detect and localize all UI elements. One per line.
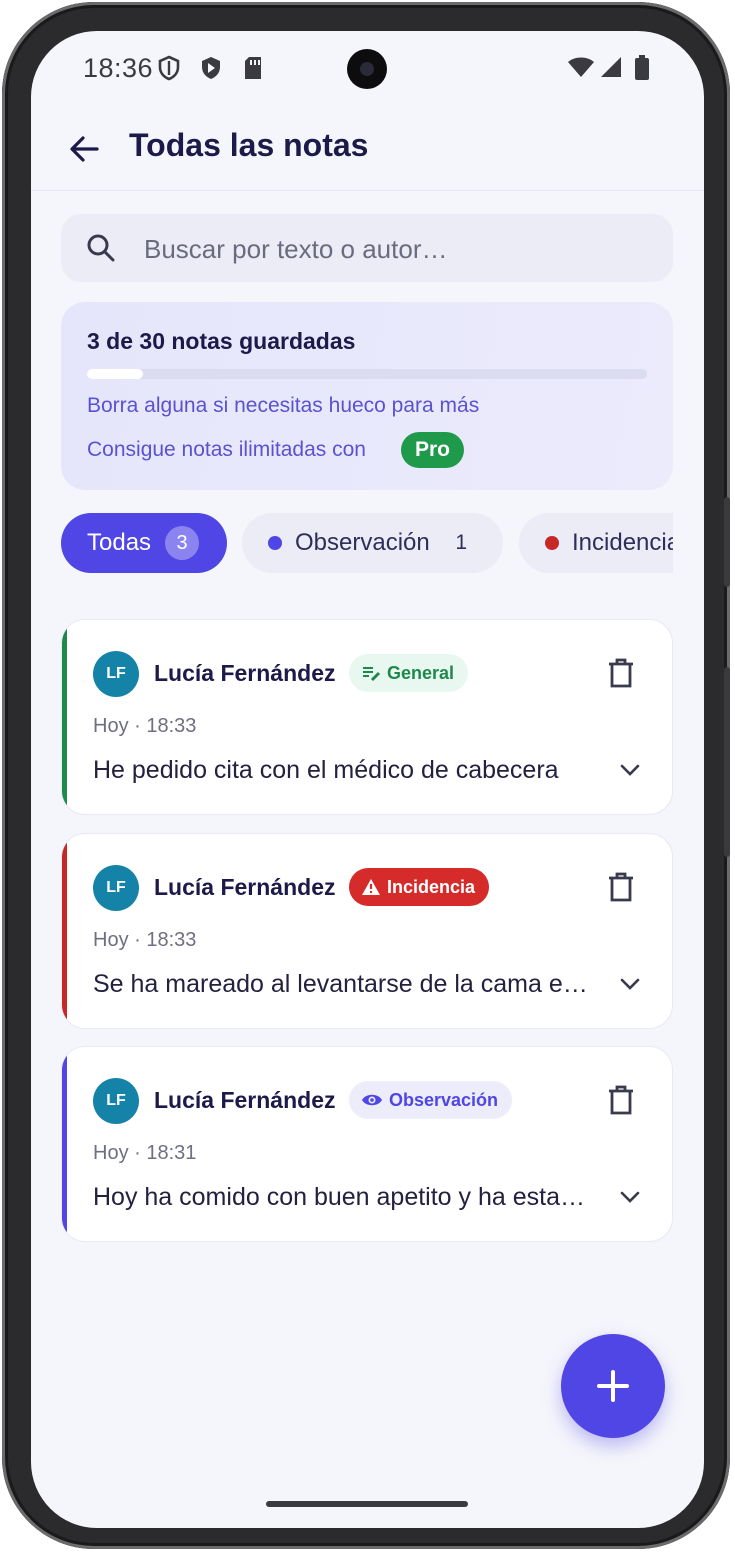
chip-label: Observación	[295, 529, 430, 556]
eye-icon	[361, 1092, 383, 1108]
note-author: Lucía Fernández	[154, 1087, 336, 1113]
battery-icon	[634, 55, 650, 86]
play-protect-icon	[200, 55, 222, 86]
note-time: Hoy · 18:33	[93, 929, 197, 951]
note-tag-label: General	[387, 662, 455, 683]
pro-badge[interactable]: Pro	[401, 432, 465, 468]
edit-note-icon	[361, 664, 381, 682]
delete-note-button[interactable]	[606, 871, 636, 908]
expand-button[interactable]	[618, 760, 642, 785]
note-time: Hoy · 18:33	[93, 715, 197, 737]
incidence-dot	[545, 536, 559, 550]
note-card[interactable]: LF Lucía Fernández Incidencia Hoy · 18:3…	[61, 833, 673, 1029]
home-indicator[interactable]	[266, 1501, 468, 1507]
expand-button[interactable]	[618, 1187, 642, 1212]
trash-icon	[609, 658, 633, 688]
power-button	[724, 667, 730, 857]
quota-count: 3 de 30 notas guardadas	[87, 328, 356, 354]
note-tag: General	[349, 654, 469, 692]
chevron-down-icon	[620, 1191, 640, 1203]
status-bar: 18:36	[31, 31, 704, 111]
trash-icon	[609, 1085, 633, 1115]
quota-progress-fill	[87, 369, 143, 379]
screen: 18:36 Todas las notas Buscar por texto o…	[31, 31, 704, 1528]
warning-icon	[361, 878, 381, 896]
status-time: 18:36	[83, 53, 154, 83]
note-card[interactable]: LF Lucía Fernández Observación Hoy · 18:…	[61, 1046, 673, 1242]
note-text: Hoy ha comido con buen apetito y ha esta…	[93, 1183, 593, 1211]
plus-icon	[597, 1370, 629, 1402]
avatar: LF	[93, 651, 139, 697]
note-accent-bar	[62, 834, 67, 1028]
filter-chip-todas[interactable]: Todas 3	[61, 513, 227, 573]
chip-label: Todas	[87, 529, 152, 556]
chevron-down-icon	[620, 764, 640, 776]
avatar: LF	[93, 1078, 139, 1124]
search-icon	[85, 232, 117, 269]
note-text: Se ha mareado al levantarse de la cama e…	[93, 970, 593, 998]
expand-button[interactable]	[618, 974, 642, 999]
note-time: Hoy · 18:31	[93, 1142, 197, 1164]
note-card[interactable]: LF Lucía Fernández General Hoy · 18:33 H…	[61, 619, 673, 815]
quota-card: 3 de 30 notas guardadas Borra alguna si …	[61, 302, 673, 490]
quota-progress	[87, 369, 647, 379]
note-accent-bar	[62, 620, 67, 814]
delete-note-button[interactable]	[606, 657, 636, 694]
note-author: Lucía Fernández	[154, 660, 336, 686]
upsell-text[interactable]: Consigue notas ilimitadas con	[87, 438, 366, 462]
page-title: Todas las notas	[129, 127, 369, 163]
observation-dot	[268, 536, 282, 550]
trash-icon	[609, 872, 633, 902]
chevron-down-icon	[620, 978, 640, 990]
chip-count: 1	[455, 531, 467, 554]
arrow-back-icon	[70, 136, 99, 162]
signal-icon	[599, 55, 623, 84]
filter-chips: Todas 3 Observación 1 Incidencia	[61, 513, 673, 573]
note-text: He pedido cita con el médico de cabecera	[93, 756, 559, 784]
note-tag-label: Observación	[389, 1089, 499, 1110]
sd-card-icon	[243, 55, 263, 86]
avatar: LF	[93, 865, 139, 911]
shield-icon	[158, 55, 180, 86]
note-accent-bar	[62, 1047, 67, 1241]
add-note-button[interactable]	[561, 1334, 665, 1438]
filter-chip-incidencia[interactable]: Incidencia	[519, 513, 673, 573]
chip-count: 3	[165, 526, 200, 560]
search-placeholder: Buscar por texto o autor…	[144, 234, 448, 264]
phone-frame: 18:36 Todas las notas Buscar por texto o…	[2, 2, 730, 1549]
app-bar: Todas las notas	[31, 111, 704, 191]
delete-note-button[interactable]	[606, 1084, 636, 1121]
note-author: Lucía Fernández	[154, 874, 336, 900]
back-button[interactable]	[65, 129, 105, 169]
volume-button	[724, 497, 730, 587]
note-tag-label: Incidencia	[387, 876, 476, 897]
search-input[interactable]: Buscar por texto o autor…	[61, 214, 673, 282]
wifi-icon	[567, 55, 595, 84]
front-camera	[347, 49, 387, 89]
filter-chip-observacion[interactable]: Observación 1	[242, 513, 503, 573]
note-tag: Incidencia	[349, 868, 490, 906]
chip-label: Incidencia	[572, 529, 673, 556]
note-tag: Observación	[349, 1081, 513, 1119]
quota-hint: Borra alguna si necesitas hueco para más	[87, 394, 480, 417]
